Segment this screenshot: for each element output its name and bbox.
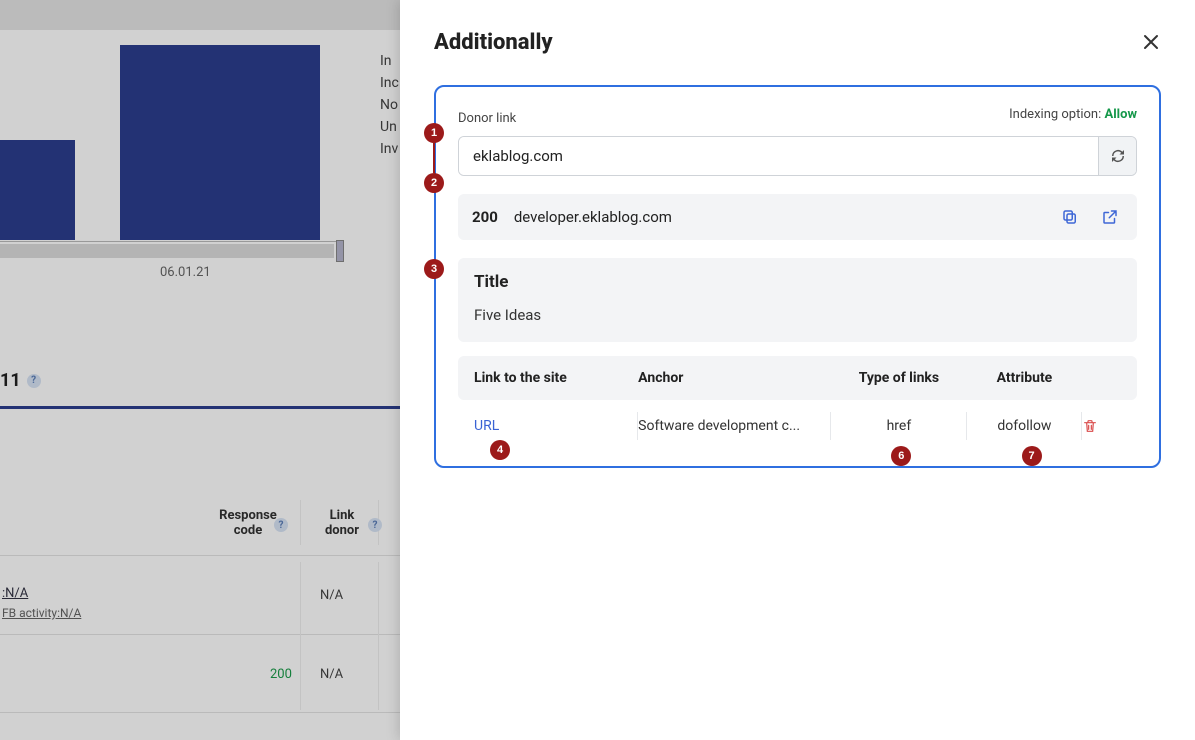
indexing-label: Indexing option: bbox=[1009, 107, 1101, 122]
donor-card: 1 2 3 Donor link Indexing option: Allow … bbox=[434, 85, 1161, 468]
annotation-badge-3: 3 bbox=[424, 259, 444, 279]
close-button[interactable] bbox=[1143, 34, 1159, 50]
panel-title: Additionally bbox=[434, 30, 1161, 55]
resolved-host: developer.eklablog.com bbox=[514, 208, 672, 226]
close-icon bbox=[1143, 34, 1159, 50]
anchor-text: Software development c... bbox=[638, 418, 800, 434]
donor-status-bar: 200 developer.eklablog.com bbox=[458, 194, 1137, 240]
th-link-to-site: Link to the site bbox=[474, 370, 638, 386]
indexing-value: Allow bbox=[1105, 107, 1138, 122]
external-link-icon bbox=[1101, 208, 1119, 226]
cell-anchor: Software development c... 5 bbox=[638, 418, 831, 434]
type-text: href bbox=[887, 418, 912, 434]
th-anchor: Anchor bbox=[638, 370, 831, 386]
refresh-icon bbox=[1109, 147, 1127, 165]
status-actions bbox=[1057, 204, 1123, 230]
links-table-head: Link to the site Anchor Type of links At… bbox=[458, 356, 1137, 400]
annotation-badge-7: 7 bbox=[1022, 446, 1042, 466]
attribute-text: dofollow bbox=[997, 418, 1051, 434]
delete-row-button[interactable] bbox=[1082, 418, 1121, 434]
annotation-badge-2: 2 bbox=[424, 173, 444, 193]
http-status-code: 200 bbox=[472, 208, 498, 226]
additionally-panel: Additionally 1 2 3 Donor link Indexing o… bbox=[400, 0, 1195, 740]
refresh-button[interactable] bbox=[1098, 137, 1136, 175]
title-value: Five Ideas bbox=[474, 306, 1121, 324]
title-label: Title bbox=[474, 272, 1121, 292]
copy-icon bbox=[1061, 208, 1079, 226]
links-table-row: URL 4 Software development c... 5 href 6… bbox=[458, 400, 1137, 452]
donor-link-input[interactable] bbox=[459, 137, 1098, 175]
donor-label-row: Donor link Indexing option: Allow bbox=[458, 107, 1137, 126]
cell-link-to-site: URL 4 bbox=[474, 418, 638, 434]
annotation-connector bbox=[433, 143, 435, 173]
annotation-badge-6: 6 bbox=[891, 446, 911, 466]
cell-attribute: dofollow 7 bbox=[967, 418, 1083, 434]
copy-button[interactable] bbox=[1057, 204, 1083, 230]
trash-icon bbox=[1082, 418, 1098, 434]
annotation-badge-4: 4 bbox=[490, 440, 510, 460]
th-attribute: Attribute bbox=[967, 370, 1083, 386]
cell-type: href 6 bbox=[831, 418, 966, 434]
donor-link-label: Donor link bbox=[458, 111, 516, 126]
th-type: Type of links bbox=[831, 370, 966, 386]
annotation-badge-1: 1 bbox=[424, 123, 444, 143]
open-external-button[interactable] bbox=[1097, 204, 1123, 230]
title-box: Title Five Ideas bbox=[458, 258, 1137, 342]
indexing-option: Indexing option: Allow bbox=[1009, 107, 1137, 122]
site-url-link[interactable]: URL bbox=[474, 418, 499, 434]
donor-link-input-wrap bbox=[458, 136, 1137, 176]
